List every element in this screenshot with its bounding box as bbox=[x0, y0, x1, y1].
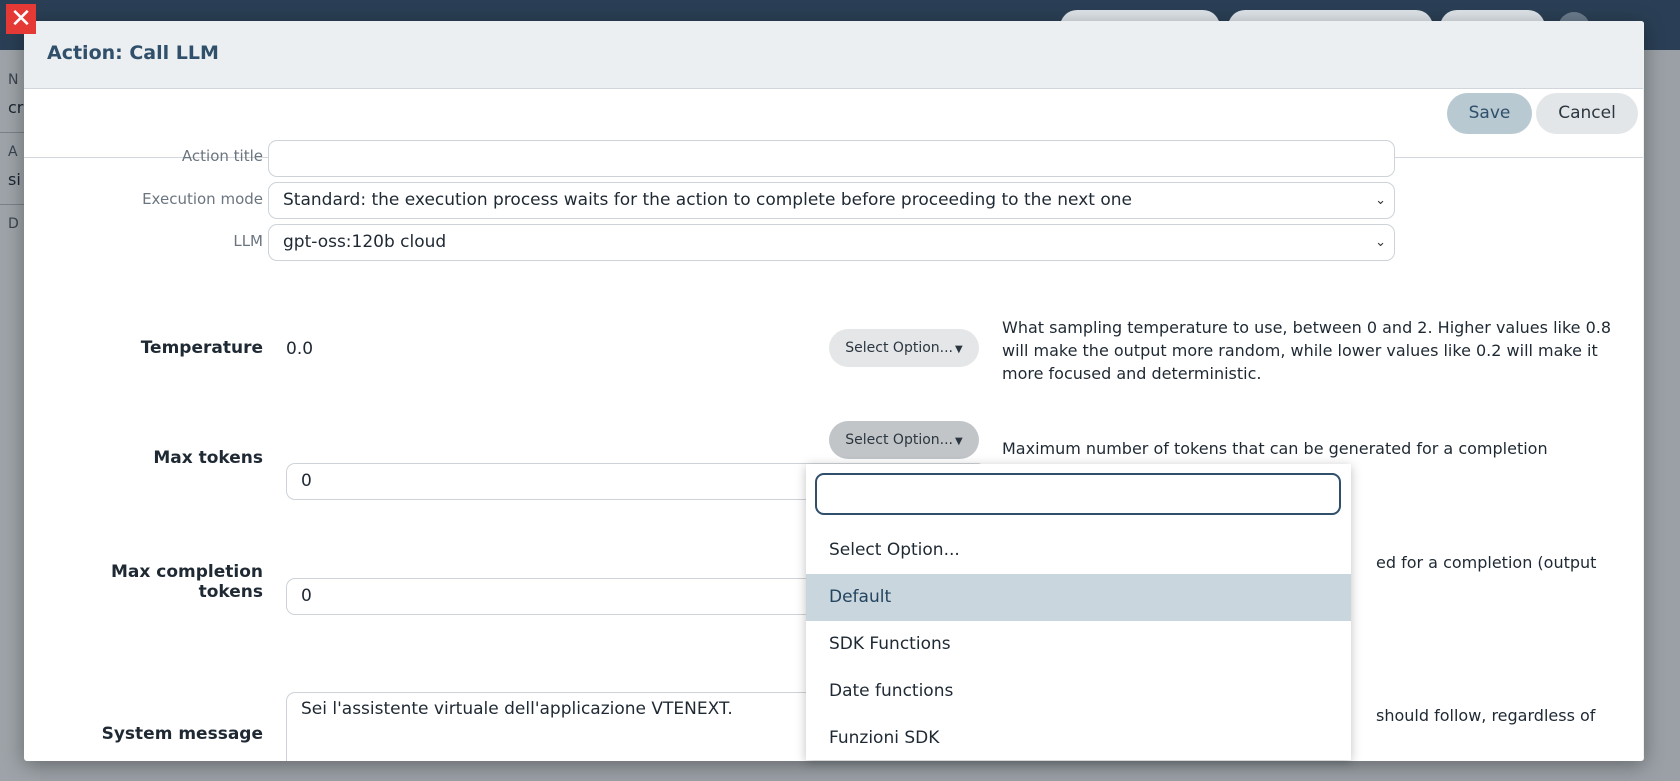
caret-down-icon: ▼ bbox=[955, 344, 963, 355]
background-label: D bbox=[8, 216, 19, 232]
llm-value: gpt-oss:120b cloud bbox=[283, 232, 447, 252]
dropdown-option[interactable]: Date functions bbox=[806, 668, 1351, 715]
max-tokens-label: Max tokens bbox=[153, 448, 263, 468]
max-tokens-select-option-button[interactable]: Select Option... ▼ bbox=[829, 421, 979, 459]
background-value: cr bbox=[8, 98, 24, 117]
system-message-label: System message bbox=[101, 724, 263, 744]
divider bbox=[0, 132, 24, 133]
close-icon[interactable]: ✕ bbox=[6, 4, 36, 34]
temperature-value: 0.0 bbox=[286, 339, 314, 359]
dropdown-option[interactable]: SDK Functions bbox=[806, 621, 1351, 668]
max-tokens-description: Maximum number of tokens that can be gen… bbox=[1002, 439, 1548, 458]
caret-down-icon: ▼ bbox=[955, 436, 963, 447]
select-option-dropdown: Select Option... Default SDK Functions D… bbox=[806, 464, 1351, 760]
background-label: N bbox=[8, 72, 19, 88]
max-completion-tokens-description: ed for a completion (output bbox=[1376, 553, 1597, 572]
save-button[interactable]: Save bbox=[1447, 93, 1532, 134]
llm-label: LLM bbox=[233, 232, 263, 250]
system-message-description: should follow, regardless of bbox=[1376, 706, 1596, 725]
temperature-label: Temperature bbox=[140, 338, 263, 358]
dropdown-option[interactable]: Select Option... bbox=[806, 527, 1351, 574]
execution-mode-value: Standard: the execution process waits fo… bbox=[283, 190, 1132, 210]
chevron-down-icon: ⌄ bbox=[1375, 235, 1386, 250]
modal-header: Action: Call LLM bbox=[24, 21, 1644, 89]
select-option-label: Select Option... bbox=[845, 432, 953, 448]
temperature-select-option-button[interactable]: Select Option... ▼ bbox=[829, 329, 979, 367]
background-label: A bbox=[8, 144, 18, 160]
action-title-input[interactable] bbox=[268, 140, 1395, 177]
dropdown-option-default[interactable]: Default bbox=[806, 574, 1351, 621]
divider bbox=[0, 204, 24, 205]
action-title-label: Action title bbox=[181, 147, 263, 165]
modal-title: Action: Call LLM bbox=[47, 42, 219, 64]
scrollbar[interactable] bbox=[1643, 21, 1644, 761]
chevron-down-icon: ⌄ bbox=[1375, 193, 1386, 208]
cancel-button[interactable]: Cancel bbox=[1536, 93, 1638, 134]
max-completion-tokens-label: Max completion tokens bbox=[110, 562, 263, 602]
dropdown-option[interactable]: Funzioni SDK bbox=[806, 715, 1351, 760]
llm-select[interactable]: gpt-oss:120b cloud ⌄ bbox=[268, 224, 1395, 261]
execution-mode-select[interactable]: Standard: the execution process waits fo… bbox=[268, 182, 1395, 219]
dropdown-search-input[interactable] bbox=[815, 473, 1341, 515]
execution-mode-label: Execution mode bbox=[142, 190, 263, 208]
select-option-label: Select Option... bbox=[845, 340, 953, 356]
temperature-description: What sampling temperature to use, betwee… bbox=[1002, 318, 1612, 383]
background-value: si bbox=[8, 170, 21, 189]
